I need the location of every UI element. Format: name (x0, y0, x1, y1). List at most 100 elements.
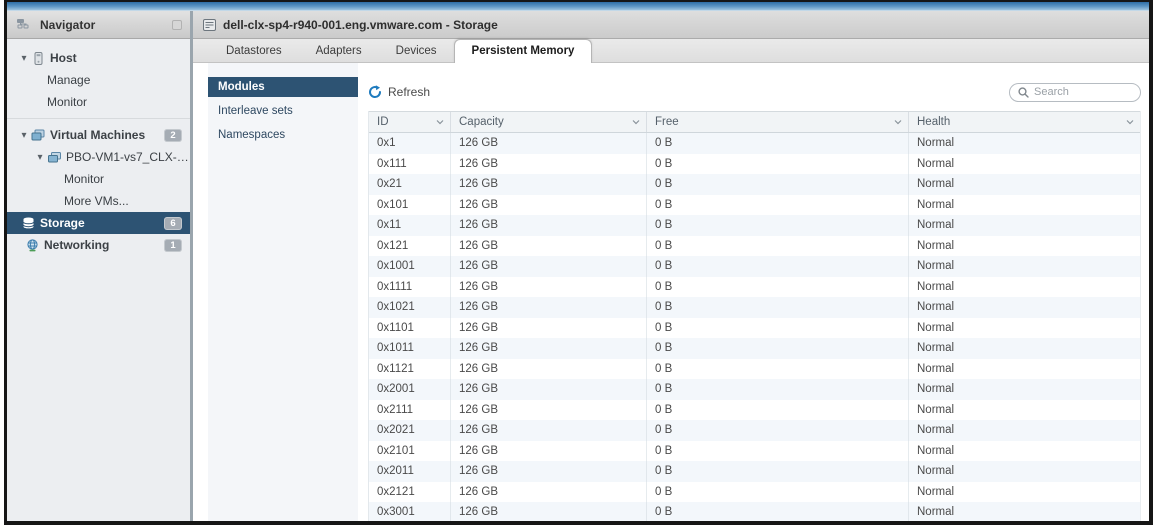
pin-panel-icon[interactable] (172, 19, 182, 30)
subnav-item-namespaces[interactable]: Namespaces (208, 125, 358, 145)
table-cell: 126 GB (451, 358, 647, 379)
chevron-expanded-icon[interactable]: ▾ (17, 130, 31, 141)
networking-count-badge: 1 (164, 238, 182, 252)
sidebar-item-networking[interactable]: Networking 1 (7, 234, 190, 256)
sidebar-item-more-vms[interactable]: More VMs... (7, 190, 190, 212)
table-row[interactable]: 0x1021 126 GB 0 B Normal (369, 297, 1140, 318)
table-cell: 0x11 (369, 215, 451, 236)
sidebar-item-vm-monitor[interactable]: Monitor (7, 168, 190, 190)
table-row[interactable]: 0x111 126 GB 0 B Normal (369, 153, 1140, 174)
tab-devices[interactable]: Devices (379, 40, 454, 62)
table-cell: Normal (917, 362, 955, 375)
table-row[interactable]: 0x2021 126 GB 0 B Normal (369, 420, 1140, 441)
table-row[interactable]: 0x21 126 GB 0 B Normal (369, 174, 1140, 195)
chevron-expanded-icon[interactable]: ▾ (17, 53, 31, 64)
table-row[interactable]: 0x101 126 GB 0 B Normal (369, 194, 1140, 215)
table-cell: 0 B (647, 502, 909, 521)
navigator-panel: Navigator ▾ Host Manage Monitor ▾ Virtua… (7, 11, 193, 521)
tab-datastores[interactable]: Datastores (209, 40, 299, 62)
column-menu-icon[interactable] (894, 119, 902, 125)
table-cell: Normal (917, 260, 955, 272)
table-cell: 0x1011 (369, 338, 451, 359)
sidebar-item-label: Virtual Machines (50, 128, 146, 142)
navigator-title: Navigator (40, 17, 96, 32)
chevron-expanded-icon[interactable]: ▾ (33, 152, 47, 163)
table-cell: 0 B (647, 133, 909, 154)
table-cell: 0 B (647, 256, 909, 277)
table-cell: 126 GB (451, 153, 647, 174)
table-row[interactable]: 0x2001 126 GB 0 B Normal (369, 379, 1140, 400)
table-cell: Normal (917, 137, 955, 149)
table-row[interactable]: 0x1111 126 GB 0 B Normal (369, 276, 1140, 297)
table-row[interactable]: 0x2101 126 GB 0 B Normal (369, 440, 1140, 461)
vm-icon (47, 150, 61, 164)
networking-icon (25, 238, 39, 252)
table-cell: 0x2111 (369, 399, 451, 420)
virtual-machines-icon (31, 128, 45, 142)
navigator-tree: ▾ Host Manage Monitor ▾ Virtual Machines… (7, 39, 190, 256)
table-row[interactable]: 0x1101 126 GB 0 B Normal (369, 317, 1140, 338)
main-panel: dell-clx-sp4-r940-001.eng.vmware.com - S… (193, 11, 1149, 521)
table-row[interactable]: 0x1001 126 GB 0 B Normal (369, 256, 1140, 277)
table-row[interactable]: 0x1 126 GB 0 B Normal (369, 133, 1140, 154)
table-cell: 126 GB (451, 194, 647, 215)
table-row[interactable]: 0x11 126 GB 0 B Normal (369, 215, 1140, 236)
table-cell: 0x2121 (369, 481, 451, 502)
table-row[interactable]: 0x121 126 GB 0 B Normal (369, 235, 1140, 256)
table-row[interactable]: 0x3001 126 GB 0 B Normal (369, 502, 1140, 521)
column-menu-icon[interactable] (632, 119, 640, 125)
tab-persistent-memory[interactable]: Persistent Memory (453, 39, 593, 63)
table-row[interactable]: 0x1011 126 GB 0 B Normal (369, 338, 1140, 359)
column-header-id[interactable]: ID (369, 112, 451, 132)
table-cell: 0x2011 (369, 461, 451, 482)
table-cell: 126 GB (451, 174, 647, 195)
column-menu-icon[interactable] (436, 119, 444, 125)
column-header-free[interactable]: Free (647, 112, 909, 132)
table-cell: Normal (917, 280, 955, 293)
sidebar-item-manage[interactable]: Manage (7, 69, 190, 91)
table-cell: 0 B (647, 420, 909, 441)
column-menu-icon[interactable] (1126, 119, 1134, 125)
table-cell: 126 GB (451, 276, 647, 297)
table-cell: Normal (917, 239, 955, 252)
table-cell: 0x1 (369, 133, 451, 154)
sidebar-item-pbo-vm[interactable]: ▾ PBO-VM1-vs7_CLX-P... (7, 146, 190, 168)
storage-count-badge: 6 (164, 216, 182, 230)
table-row[interactable]: 0x1121 126 GB 0 B Normal (369, 358, 1140, 379)
table-cell: Normal (917, 506, 955, 518)
tab-content: Modules Interleave sets Namespaces Refre… (193, 63, 1149, 521)
subnav-item-interleave-sets[interactable]: Interleave sets (208, 101, 358, 121)
refresh-button[interactable]: Refresh (368, 85, 430, 99)
table-cell: 0 B (647, 317, 909, 338)
table-cell: 0 B (647, 358, 909, 379)
sidebar-item-virtual-machines[interactable]: ▾ Virtual Machines 2 (7, 124, 190, 146)
screenshot-stage: Navigator ▾ Host Manage Monitor ▾ Virtua… (0, 0, 1158, 528)
table-cell: 126 GB (451, 461, 647, 482)
table-cell: Normal (917, 157, 955, 170)
page-title: dell-clx-sp4-r940-001.eng.vmware.com - S… (223, 17, 498, 32)
search-box[interactable] (1009, 82, 1141, 102)
table-cell: 0x2021 (369, 420, 451, 441)
table-row[interactable]: 0x2111 126 GB 0 B Normal (369, 399, 1140, 420)
column-header-health[interactable]: Health (909, 112, 1140, 132)
table-row[interactable]: 0x2121 126 GB 0 B Normal (369, 481, 1140, 502)
subnav-item-modules[interactable]: Modules (208, 77, 358, 97)
sidebar-item-label: Host (50, 51, 77, 65)
table-cell: 126 GB (451, 379, 647, 400)
sidebar-item-storage[interactable]: Storage 6 (7, 212, 190, 234)
modules-table: ID Capacity Free Health 0x1 126 GB 0 B N… (368, 111, 1141, 521)
column-header-capacity[interactable]: Capacity (451, 112, 647, 132)
sidebar-item-label: Networking (44, 238, 110, 252)
sidebar-item-monitor[interactable]: Monitor (7, 91, 190, 113)
table-cell: Normal (917, 383, 955, 395)
table-row[interactable]: 0x2011 126 GB 0 B Normal (369, 461, 1140, 482)
sidebar-item-label: Manage (47, 73, 91, 87)
sidebar-item-label: PBO-VM1-vs7_CLX-P... (66, 150, 190, 164)
tab-adapters[interactable]: Adapters (299, 40, 379, 62)
sidebar-item-host[interactable]: ▾ Host (7, 47, 190, 69)
table-cell: 0x121 (369, 235, 451, 256)
search-input[interactable] (1034, 86, 1132, 98)
table-cell: Normal (917, 301, 955, 313)
table-cell: Normal (917, 444, 955, 457)
sidebar-item-label: Storage (40, 216, 85, 230)
